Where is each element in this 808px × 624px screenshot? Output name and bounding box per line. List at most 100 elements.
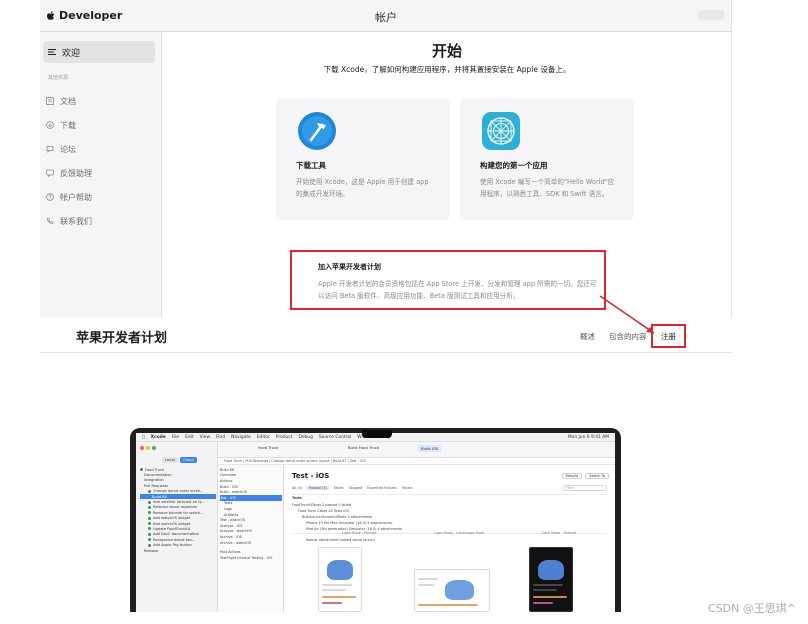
breadcrumb[interactable]: Food Truck | Pull Requests | Change donu… [218,458,615,465]
text-placeholder [533,589,557,591]
join-description: Apple 开发者计划的会员资格包括在 App Store 上开发、分发和管理 … [318,280,597,300]
card-title: 下载工具 [296,161,326,170]
chart-placeholder [322,602,342,604]
sidebar-item-label: 文档 [60,96,76,106]
nav-overview-link[interactable]: 概述 [580,331,595,342]
test-row[interactable]: FoodTruckUITests 2 passed 0 failed [292,503,351,507]
sidebar-item-welcome[interactable]: 欢迎 [43,41,155,63]
menu-item[interactable]: Xcode [151,435,166,440]
tab-build-ios[interactable]: Build iOS [418,445,442,452]
sidebar-item-account-help[interactable]: 帐户帮助 [46,190,92,204]
menu-item[interactable]: Debug [298,435,312,440]
scope-cloud[interactable]: Cloud [179,457,197,463]
menu-item[interactable]: View [200,435,210,440]
screenshot-dark-portrait[interactable] [529,547,573,612]
join-program-card[interactable]: 加入苹果开发者计划 Apple 开发者计划的会员资格包括在 App Store … [290,250,606,310]
scope-toggle: Local Cloud [162,457,197,463]
sidebar-item-contact[interactable]: 联系我们 [46,214,92,228]
filter-tab[interactable]: Mixed [402,486,412,490]
outline-row[interactable]: Archive - watchOS [220,540,282,546]
register-link[interactable]: 注册 [651,324,686,348]
card-title: 构建您的第一个应用 [480,161,548,170]
help-icon [46,193,54,201]
status-icon [148,527,151,531]
text-placeholder [533,584,563,586]
text-placeholder [322,589,346,591]
user-avatar[interactable] [698,10,724,20]
menu-item[interactable]: File [172,435,179,440]
screenshot-light-portrait[interactable] [318,547,362,612]
tab-build-food-truck[interactable]: Build Food Truck [348,445,379,450]
sidebar-item-label: 论坛 [60,144,76,154]
filter-tab[interactable]: Failed [334,486,344,490]
tree-label: Integration [144,478,164,483]
menu-item[interactable]: Product [276,435,293,440]
sidebar-item-docs[interactable]: 文档 [46,94,76,108]
tree-label: Add DocC documentation [153,532,199,537]
program-title: 苹果开发者计划 [76,331,168,346]
outline-row[interactable]: TestFlight Internal Testing - iOS [220,555,282,561]
card-download-tools[interactable]: 下载工具 开始使用 Xcode，这是 Apple 用于创建 app 的集成开发环… [276,98,450,220]
card-build-first-app[interactable]: 构建您的第一个应用 使用 Xcode 编写一个简单的"Hello World"应… [460,98,634,220]
account-title: 帐户 [375,11,397,24]
sidebar-item-download[interactable]: 下载 [46,118,76,132]
phone-icon [46,217,54,225]
menu-item[interactable]: Source Control [319,435,351,440]
donut-illustration [538,560,564,580]
menu-item[interactable]: Navigate [231,435,251,440]
column-header: Light Mode - Landscape Right [434,531,485,535]
apple-menu-icon[interactable]:  [142,435,145,440]
watermark: CSDN @王思琪^ [707,602,796,615]
filter-tab[interactable]: Skipped [349,486,363,490]
camera-notch [362,430,392,438]
filter-field[interactable]: Filter [563,485,607,491]
xcode-navigator: Local Cloud Food Truck Documentation Int… [136,442,218,612]
developer-account-screenshot: Developer 帐户 欢迎 其他资源 文档 下载 论坛 反馈助理 帐户帮助 … [40,0,732,318]
sidebar: 欢迎 其他资源 文档 下载 论坛 反馈助理 帐户帮助 联系我们 [40,32,162,318]
card-description: 开始使用 Xcode，这是 Apple 用于创建 app 的集成开发环境。 [296,178,429,198]
menu-item[interactable]: Editor [257,435,270,440]
sidebar-section-label: 其他资源 [48,75,69,81]
build-outline-list: Build 88 Overview Actions Build - iOS Bu… [220,467,282,561]
tree-label: Add Apple Pay button [153,543,192,548]
screenshot-light-landscape[interactable] [414,569,490,612]
donut-illustration [444,580,475,600]
test-row[interactable]: BuildLaunchScreenUITests 2 attachments [302,515,372,519]
page-subtitle: 下载 Xcode，了解如何构建应用程序，并将其置接安装在 Apple 设备上。 [323,65,571,74]
filter-tab[interactable]: Passed (3) [307,486,329,490]
top-bar: Developer 帐户 [40,0,731,32]
text-placeholder [418,584,434,586]
app-grid-icon [482,112,520,150]
page-title: 开始 [431,42,462,60]
minimize-window-icon[interactable] [146,446,150,450]
filter-tab[interactable]: All (4) [292,486,302,490]
nav-includes-link[interactable]: 包含的内容 [609,331,647,342]
test-row[interactable]: Food Truck Cases All Tests iOS [298,509,349,513]
tree-label: Add weather forecast on ty... [153,500,205,505]
test-report-editor: Test - iOS Rebuild Switch To All (4) Pas… [284,465,615,612]
filter-tab[interactable]: Expected Failures [367,486,397,490]
test-row[interactable]: iPhone 13 Pro Max Simulator (16.0) 4 att… [306,521,392,525]
chart-placeholder [533,596,567,598]
sidebar-item-forum[interactable]: 论坛 [46,142,76,156]
rebuild-button[interactable]: Rebuild [561,473,583,479]
header-divider [40,352,732,353]
status-icon [148,532,151,536]
attachment-label: Robust attachment named donut launch [306,538,375,542]
tree-label: Change donut order scree... [153,489,204,494]
report-actions: Rebuild Switch To [561,473,609,479]
status-icon [140,468,143,472]
tree-row[interactable]: Release [140,548,216,553]
status-icon [148,489,151,493]
report-title: Test - iOS [292,472,330,480]
zoom-window-icon[interactable] [152,446,156,450]
scope-local[interactable]: Local [162,457,178,463]
menu-item[interactable]: Find [216,435,225,440]
switch-to-button[interactable]: Switch To [585,473,609,479]
main-content: 开始 下载 Xcode，了解如何构建应用程序，并将其置接安装在 Apple 设备… [162,32,731,318]
close-window-icon[interactable] [140,446,144,450]
menu-item[interactable]: Edit [185,435,194,440]
tab-food-truck[interactable]: Food Truck [258,445,278,450]
sidebar-item-feedback[interactable]: 反馈助理 [46,166,92,180]
column-header: Light Mode - Portrait [342,531,377,535]
